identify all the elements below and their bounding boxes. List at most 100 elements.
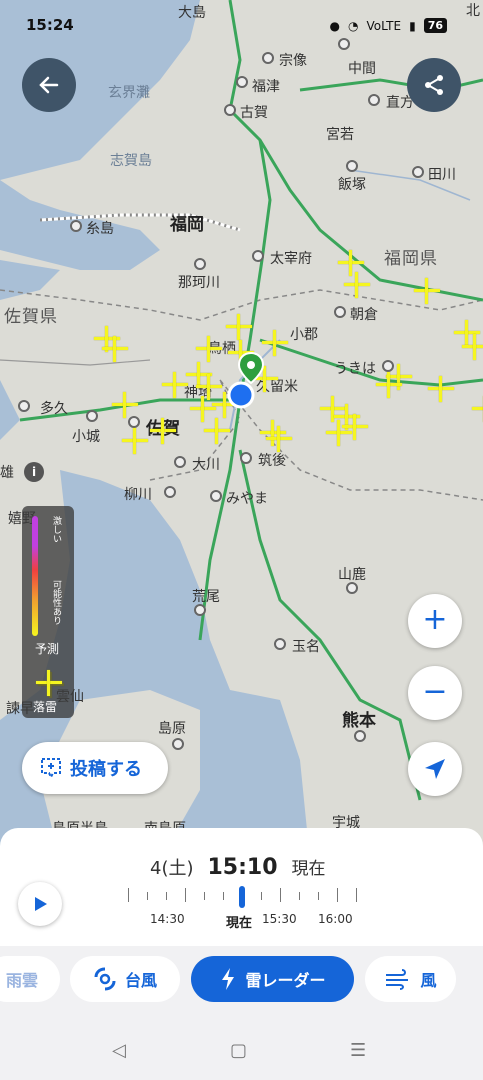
lightning-radar-map[interactable]: 玄界灘 志賀島 福岡県 佐賀県 大島 宗像 福津 古賀 中間 直方 宮若 飯塚 … [0,0,483,860]
city-marker [368,94,380,106]
timeline-cursor[interactable] [239,886,245,908]
lightning-strike-marker [102,336,128,362]
city-marker [194,258,206,270]
timeline-label: 16:00 [318,912,353,926]
nav-home-icon[interactable]: ▢ [230,1040,247,1061]
post-speech-icon [41,758,61,780]
nav-recents-icon[interactable]: ☰ [350,1040,366,1061]
post-button[interactable]: 投稿する [22,742,168,794]
city-label: 小城 [72,429,100,445]
zoom-in-button[interactable]: + [408,594,462,648]
status-time: 15:24 [26,16,74,34]
intensity-gradient-bar [32,516,38,636]
system-nav-bar: ◁ ▢ ☰ [0,1010,483,1080]
post-button-label: 投稿する [70,759,142,780]
timeline-panel: 4(土) 15:10 現在 14:30 現在 15:30 16:00 [0,828,483,946]
current-location-icon [227,381,255,409]
city-label: 多久 [40,401,68,417]
city-marker [412,166,424,178]
wind-icon [386,969,409,990]
typhoon-icon [94,967,116,991]
lightning-strike-marker [204,418,230,444]
play-button[interactable] [18,882,62,926]
city-marker [354,730,366,742]
status-icons: ● ◔ VoLTE ▮ 76 [330,18,447,33]
city-marker [240,452,252,464]
city-label: うきは [334,361,376,377]
chip-lightning-radar[interactable]: 雷レーダー [191,956,354,1002]
chip-typhoon[interactable]: 台風 [70,956,180,1002]
signal-icon: ▮ [409,18,416,33]
city-label: 福津 [252,79,280,95]
lightning-strike-marker [326,420,352,446]
city-label: 柳川 [124,487,152,503]
city-label: 宮若 [326,127,354,143]
wifi-icon: ◔ [348,18,359,33]
city-label: 宗像 [279,53,307,69]
location-status-icon: ● [329,18,341,33]
timeline-time: 15:10 [207,855,278,880]
city-marker [252,250,264,262]
lightning-strike-marker [150,418,176,444]
city-label: 太宰府 [270,251,312,267]
play-icon [35,897,47,911]
city-label: みやま [226,491,268,507]
city-marker [346,582,358,594]
city-marker [86,410,98,422]
lightning-strike-marker [266,426,292,452]
city-label: 飯塚 [338,177,366,193]
legend-forecast-label: 予測 [35,642,60,656]
city-label: 大川 [192,457,220,473]
battery-indicator: 76 [423,18,447,33]
lightning-strike-marker [472,396,483,422]
my-location-button[interactable] [408,742,462,796]
city-marker [18,400,30,412]
chip-label: 風 [420,971,437,990]
zoom-out-button[interactable]: − [408,666,462,720]
layer-chips: 雨雲 台風 雷レーダー 風 [0,946,483,1010]
pref-label-fukuoka: 福岡県 [384,249,438,269]
share-button[interactable] [407,58,461,112]
legend-strong-label: 激しい [51,516,61,543]
share-icon [425,75,443,95]
back-button[interactable] [22,58,76,112]
city-marker [164,486,176,498]
lightning-strike-marker [226,314,252,340]
legend-possible-label: 可能性あり [51,580,61,625]
chip-wind[interactable]: 風 [365,956,456,1002]
city-marker [194,604,206,616]
timeline-header: 4(土) 15:10 現在 [150,854,326,880]
navigation-arrow-icon [425,759,445,779]
timeline-date: 4(土) [150,858,194,879]
lightning-strike-marker [112,392,138,418]
legend-lightning-label: 落雷 [33,700,58,714]
lightning-strike-marker [122,428,148,454]
lightning-strike-marker [376,372,402,398]
city-marker [172,738,184,750]
lightning-strike-marker [162,372,188,398]
pref-label-saga: 佐賀県 [4,307,58,327]
lightning-strike-icon [36,670,62,696]
city-label: 糸島 [86,221,114,237]
chip-label: 雷レーダー [245,971,326,990]
city-label: 雄 [0,465,14,481]
city-marker [236,76,248,88]
city-label: 福岡 [170,215,204,235]
city-label: 熊本 [342,711,376,731]
city-marker [334,306,346,318]
nav-back-icon[interactable]: ◁ [112,1040,126,1061]
timeline-label: 14:30 [150,912,185,926]
city-label: 田川 [428,167,456,183]
lightning-strike-marker [262,330,288,356]
city-label: 筑後 [258,453,286,469]
info-button[interactable]: i [24,462,44,482]
timeline-slider[interactable] [126,886,358,908]
lightning-icon [222,968,235,990]
city-marker [262,52,274,64]
chip-rain-cloud[interactable]: 雨雲 [0,956,60,1002]
city-label: 荒尾 [192,589,220,605]
city-marker [274,638,286,650]
timeline-label-current: 現在 [226,916,253,931]
lightning-strike-marker [462,334,483,360]
sea-label-genkainada: 玄界灘 [108,85,150,101]
